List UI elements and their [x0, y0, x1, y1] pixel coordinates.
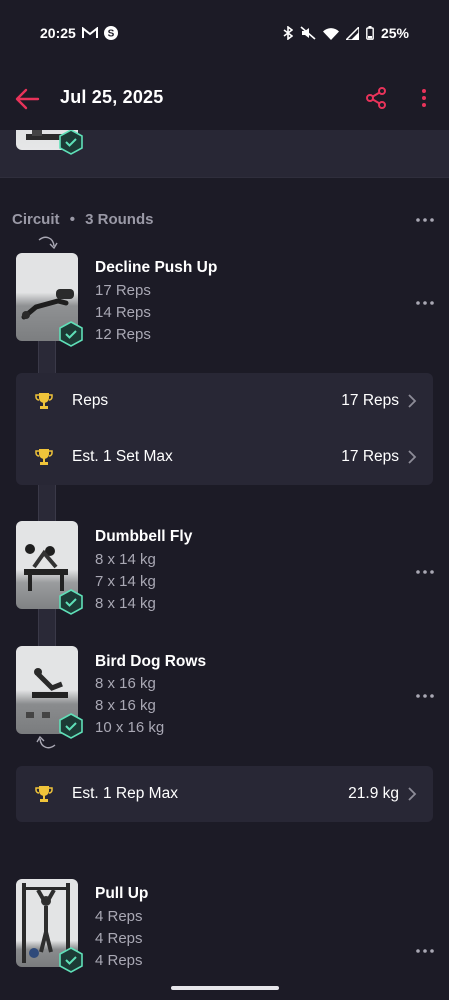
loop-arrow-icon [38, 236, 58, 250]
home-indicator[interactable] [171, 986, 279, 990]
record-row[interactable]: Reps 17 Reps [16, 373, 433, 429]
circuit-rounds: 3 Rounds [85, 211, 154, 228]
exercise-name[interactable]: Pull Up [95, 885, 148, 903]
set-line: 8 x 16 kg [95, 675, 156, 692]
record-row[interactable]: Est. 1 Set Max 17 Reps [16, 429, 433, 485]
back-arrow-icon[interactable] [14, 86, 40, 112]
signal-icon [345, 26, 359, 40]
exercise-name[interactable]: Dumbbell Fly [95, 528, 192, 546]
exercise-more-icon[interactable] [414, 565, 436, 579]
circuit-connector [38, 485, 56, 521]
record-value: 21.9 kg [348, 785, 399, 802]
trophy-icon [35, 786, 53, 802]
personal-records-card: Reps 17 Reps Est. 1 Set Max 17 Reps [16, 373, 433, 485]
mute-icon [300, 26, 316, 40]
chevron-right-icon [408, 394, 417, 408]
completed-check-icon [59, 589, 83, 615]
circuit-header: Circuit • 3 Rounds [12, 211, 153, 228]
gmail-icon [81, 27, 98, 38]
set-line: 7 x 14 kg [95, 573, 156, 590]
record-value: 17 Reps [341, 392, 399, 409]
wifi-icon [322, 27, 339, 40]
record-label: Est. 1 Set Max [72, 448, 173, 465]
exercise-name[interactable]: Decline Push Up [95, 259, 217, 277]
set-line: 4 Reps [95, 952, 143, 969]
trophy-icon [35, 393, 53, 409]
circuit-connector [38, 340, 56, 374]
record-value: 17 Reps [341, 448, 399, 465]
status-time: 20:25 [40, 25, 76, 41]
completed-check-icon [59, 130, 83, 155]
app-bar: Jul 25, 2025 [0, 66, 449, 130]
circuit-connector [38, 609, 56, 646]
record-row[interactable]: Est. 1 Rep Max 21.9 kg [16, 766, 433, 822]
set-line: 8 x 16 kg [95, 697, 156, 714]
chevron-right-icon [408, 450, 417, 464]
exercise-name[interactable]: Bird Dog Rows [95, 653, 206, 671]
set-line: 12 Reps [95, 326, 151, 343]
circuit-separator: • [69, 211, 75, 228]
set-line: 4 Reps [95, 930, 143, 947]
circuit-label: Circuit [12, 211, 60, 228]
record-label: Reps [72, 392, 109, 409]
trophy-icon [35, 449, 53, 465]
circuit-more-icon[interactable] [414, 213, 436, 227]
set-line: 8 x 14 kg [95, 551, 156, 568]
set-line: 10 x 16 kg [95, 719, 165, 736]
exercise-more-icon[interactable] [414, 296, 436, 310]
s-app-icon: S [103, 26, 118, 40]
completed-check-icon [59, 947, 83, 973]
exercise-more-icon[interactable] [414, 944, 436, 958]
share-icon[interactable] [364, 86, 388, 110]
completed-check-icon [59, 321, 83, 347]
exercise-more-icon[interactable] [414, 689, 436, 703]
chevron-right-icon [408, 787, 417, 801]
status-bar: 20:25 S 25% [0, 0, 449, 66]
previous-exercise-card[interactable] [0, 130, 449, 178]
set-line: 14 Reps [95, 304, 151, 321]
battery-icon [366, 26, 374, 40]
page-title: Jul 25, 2025 [60, 87, 164, 107]
record-label: Est. 1 Rep Max [72, 785, 178, 802]
set-line: 4 Reps [95, 908, 143, 925]
set-line: 8 x 14 kg [95, 595, 156, 612]
bluetooth-icon [283, 26, 293, 40]
set-line: 17 Reps [95, 282, 151, 299]
battery-level: 25% [380, 25, 409, 41]
personal-records-card: Est. 1 Rep Max 21.9 kg [16, 766, 433, 822]
completed-check-icon [59, 713, 83, 739]
loop-arrow-icon [36, 735, 56, 749]
svg-text:S: S [107, 29, 114, 40]
more-vert-icon[interactable] [414, 86, 434, 110]
